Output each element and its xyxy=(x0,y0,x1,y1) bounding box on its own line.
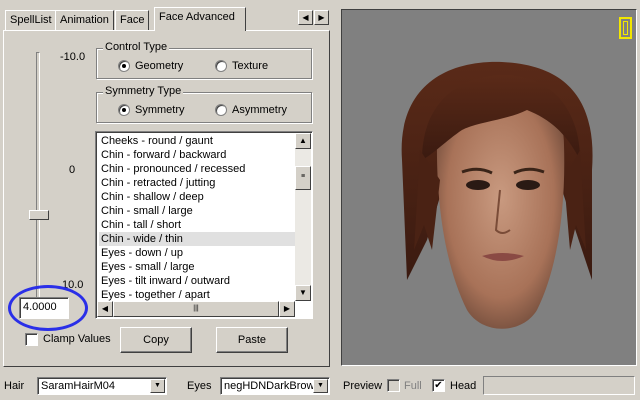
h-scroll-thumb[interactable]: ||| xyxy=(113,301,279,317)
hair-select[interactable]: SaramHairM04 ▼ xyxy=(37,377,167,395)
hair-select-value: SaramHairM04 xyxy=(41,380,115,392)
scroll-up-icon[interactable]: ▲ xyxy=(295,133,311,149)
tab-face[interactable]: Face xyxy=(115,10,150,30)
texture-radio[interactable] xyxy=(215,60,227,72)
list-item[interactable]: Eyes - together / apart xyxy=(99,288,295,302)
full-checkbox[interactable] xyxy=(387,379,400,392)
scroll-right-icon[interactable]: ▶ xyxy=(279,301,295,317)
geometry-radio[interactable] xyxy=(118,60,130,72)
slider-min-label: -10.0 xyxy=(60,51,86,63)
symmetry-type-group: Symmetry Type Symmetry Asymmetry xyxy=(96,85,312,123)
copy-button[interactable]: Copy xyxy=(120,327,192,353)
tab-scroll-right-button[interactable]: ▶ xyxy=(314,10,329,25)
scroll-left-icon[interactable]: ◀ xyxy=(97,301,113,317)
eyes-select-value: negHDNDarkBrow xyxy=(224,380,315,392)
list-item-selected[interactable]: Chin - wide / thin xyxy=(99,232,295,246)
list-item[interactable]: Cheeks - round / gaunt xyxy=(99,134,295,148)
symmetry-radio[interactable] xyxy=(118,104,130,116)
tab-scroll-left-button[interactable]: ◀ xyxy=(298,10,313,25)
highlight-circle xyxy=(8,285,88,331)
list-item[interactable]: Chin - tall / short xyxy=(99,218,295,232)
clamp-values-checkbox[interactable] xyxy=(25,333,38,346)
full-label: Full xyxy=(404,380,422,392)
list-item[interactable]: Chin - shallow / deep xyxy=(99,190,295,204)
control-type-group: Control Type Geometry Texture xyxy=(96,41,312,79)
tab-animation[interactable]: Animation xyxy=(55,10,114,30)
preview-viewport[interactable] xyxy=(341,9,637,366)
list-item[interactable]: Eyes - small / large xyxy=(99,260,295,274)
slider-thumb[interactable] xyxy=(29,210,49,220)
list-item[interactable]: Chin - retracted / jutting xyxy=(99,176,295,190)
scroll-thumb[interactable]: ≡ xyxy=(295,166,311,190)
eyes-label: Eyes xyxy=(187,380,212,392)
symmetry-label: Symmetry xyxy=(135,104,185,116)
chevron-down-icon[interactable]: ▼ xyxy=(150,379,165,393)
list-item[interactable]: Eyes - down / up xyxy=(99,246,295,260)
asymmetry-radio[interactable] xyxy=(215,104,227,116)
hair-label: Hair xyxy=(4,380,25,392)
asymmetry-label: Asymmetry xyxy=(232,104,287,116)
preview-label: Preview xyxy=(343,380,383,392)
control-type-title: Control Type xyxy=(103,41,170,53)
list-item[interactable]: Eyes - tilt inward / outward xyxy=(99,274,295,288)
tab-face-advanced[interactable]: Face Advanced xyxy=(154,7,246,31)
chevron-down-icon[interactable]: ▼ xyxy=(313,379,328,393)
status-field xyxy=(483,376,635,395)
slider-track xyxy=(36,52,40,298)
symmetry-type-title: Symmetry Type xyxy=(103,85,184,97)
slider-mid-label: 0 xyxy=(69,164,76,176)
morph-listbox[interactable]: Cheeks - round / gaunt Chin - forward / … xyxy=(95,131,313,319)
list-item[interactable]: Chin - forward / backward xyxy=(99,148,295,162)
list-item[interactable]: Chin - small / large xyxy=(99,204,295,218)
vertical-scrollbar[interactable]: ▲ ≡ ▼ xyxy=(295,133,311,301)
geometry-label: Geometry xyxy=(135,60,184,72)
scroll-down-icon[interactable]: ▼ xyxy=(295,285,311,301)
head-checkbox[interactable]: ✔ xyxy=(432,379,445,392)
head-label: Head xyxy=(450,380,477,392)
texture-label: Texture xyxy=(232,60,269,72)
head-model-image xyxy=(401,61,593,329)
indicator-icon xyxy=(619,17,632,39)
tab-spelllist[interactable]: SpellList xyxy=(5,10,57,30)
list-item[interactable]: Chin - pronounced / recessed xyxy=(99,162,295,176)
paste-button[interactable]: Paste xyxy=(216,327,288,353)
horizontal-scrollbar[interactable]: ◀ ||| ▶ xyxy=(97,301,295,317)
eyes-select[interactable]: negHDNDarkBrow ▼ xyxy=(220,377,330,395)
clamp-values-label: Clamp Values xyxy=(43,333,111,345)
